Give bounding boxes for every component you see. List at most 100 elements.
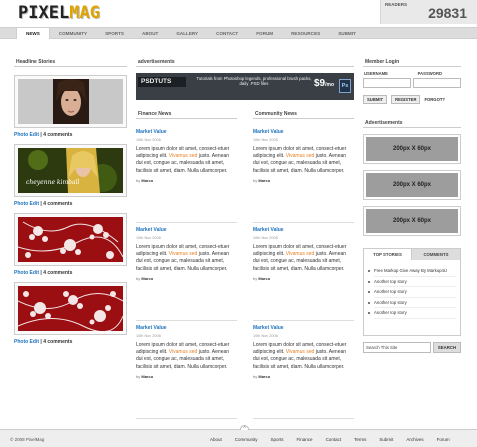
story-item[interactable]: Free Markup Give Away By Markup4U (368, 266, 456, 277)
ad-slot[interactable]: 200px X 60px (363, 134, 461, 164)
article-title[interactable]: Market Value (253, 227, 354, 233)
footer-link-about[interactable]: About (210, 437, 222, 442)
article-title[interactable]: Market Value (136, 325, 237, 331)
banner-price-per: /mo (325, 82, 335, 88)
article-link[interactable]: Vivamus sed (286, 153, 315, 159)
nav-news[interactable]: NEWS (16, 28, 50, 39)
comments-link[interactable]: 4 comments (43, 270, 72, 276)
header: P I X E L M A G READERS 29831 (0, 0, 477, 27)
nav-sports[interactable]: SPORTS (96, 28, 133, 39)
photo-caption: Photo Edit | 4 comments (14, 132, 73, 138)
headline-photo[interactable] (14, 282, 127, 335)
article-date: 10th Nov 2008 (253, 138, 278, 142)
article-link[interactable]: Vivamus sed (169, 349, 198, 355)
tab-comments[interactable]: COMMENTS (412, 249, 460, 260)
footer: © 2008 PixelMag About Community Sports F… (0, 430, 477, 447)
footer-link-archives[interactable]: Archives (406, 437, 423, 442)
sidebar: Member Login USERNAME PASSWORD SUBMIT RE… (363, 57, 461, 353)
footer-link-finance[interactable]: Finance (297, 437, 313, 442)
story-item[interactable]: Another top story (368, 277, 456, 287)
footer-link-terms[interactable]: Terms (354, 437, 366, 442)
headline-title: Headline Stories (14, 57, 127, 67)
tab-bar: TOP STORIES COMMENTS (364, 249, 460, 260)
nav-gallery[interactable]: GALLERY (167, 28, 207, 39)
password-input[interactable] (413, 78, 461, 88)
footer-link-community[interactable]: Community (235, 437, 258, 442)
article-author[interactable]: Marco (141, 374, 153, 379)
article-title[interactable]: Market Value (253, 129, 354, 135)
nav-community[interactable]: COMMUNITY (50, 28, 96, 39)
banner-price: $9/mo (314, 78, 334, 89)
forgot-link[interactable]: FORGOT? (424, 97, 444, 102)
article-link[interactable]: Vivamus sed (286, 349, 315, 355)
singer-image: cheyenne kimball (18, 148, 123, 193)
article-body: Lorem ipsum dolor sit amet, consect-etue… (253, 146, 347, 174)
article-author[interactable]: Marco (141, 178, 153, 183)
article: Market Value 10th Nov 2008 Lorem ipsum d… (136, 223, 237, 321)
story-item[interactable]: Another top story (368, 287, 456, 298)
nav-forum[interactable]: FORUM (247, 28, 282, 39)
footer-link-sports[interactable]: Sports (271, 437, 284, 442)
footer-link-contact[interactable]: Contact (326, 437, 342, 442)
nav-resources[interactable]: RESOURCES (282, 28, 329, 39)
footer-link-submit[interactable]: Submit (379, 437, 393, 442)
stories-tabs: TOP STORIES COMMENTS Free Markup Give Aw… (363, 248, 461, 336)
search-input[interactable]: Search This Site (363, 342, 431, 353)
photo-edit-link[interactable]: Photo Edit (14, 339, 39, 345)
story-item[interactable]: Another top story (368, 298, 456, 308)
article-title[interactable]: Market Value (136, 129, 237, 135)
nav-submit[interactable]: SUBMIT (329, 28, 365, 39)
article-title[interactable]: Market Value (136, 227, 237, 233)
username-input[interactable] (363, 78, 411, 88)
top-stories-list: Free Markup Give Away By Markup4U Anothe… (364, 260, 460, 319)
ad-size-label: 200px X 60px (366, 173, 458, 197)
article-author[interactable]: Marco (258, 276, 270, 281)
tab-top-stories[interactable]: TOP STORIES (364, 249, 412, 260)
photo-edit-link[interactable]: Photo Edit (14, 201, 39, 207)
photo-edit-link[interactable]: Photo Edit (14, 132, 39, 138)
footer-link-forum[interactable]: Forum (437, 437, 450, 442)
finance-news-title: Finance News (136, 109, 237, 119)
readers-count: 29831 (428, 5, 467, 21)
by-label: by (136, 275, 141, 281)
comments-link[interactable]: 4 comments (43, 201, 72, 207)
submit-button[interactable]: SUBMIT (363, 95, 388, 104)
by-label: by (136, 177, 141, 183)
headline-photo[interactable] (14, 75, 127, 128)
nav-about[interactable]: ABOUT (133, 28, 167, 39)
comments-link[interactable]: 4 comments (43, 339, 72, 345)
article-link[interactable]: Vivamus sed (169, 153, 198, 159)
article-link[interactable]: Vivamus sed (169, 251, 198, 257)
main-content: advertisements PSDTUTS Tutorials from Ph… (136, 57, 354, 419)
article-author[interactable]: Marco (258, 178, 270, 183)
copyright: © 2008 PixelMag (10, 437, 45, 442)
nav-contact[interactable]: CONTACT (207, 28, 247, 39)
advertisements-title: Advertisements (363, 118, 461, 128)
photo-caption: Photo Edit | 4 comments (14, 201, 73, 207)
article-title[interactable]: Market Value (253, 325, 354, 331)
article-author[interactable]: Marco (141, 276, 153, 281)
photo-edit-link[interactable]: Photo Edit (14, 270, 39, 276)
headline-photo[interactable]: cheyenne kimball (14, 144, 127, 197)
login-inputs (363, 78, 461, 88)
site-logo[interactable]: P I X E L M A G (18, 3, 100, 23)
search-button[interactable]: SEARCH (433, 342, 461, 353)
readers-label: READERS (385, 2, 408, 7)
by-label: by (253, 373, 258, 379)
headline-photo[interactable] (14, 213, 127, 266)
psdtuts-banner[interactable]: PSDTUTS Tutorials from Photoshop legends… (136, 73, 354, 100)
article-date: 10th Nov 2008 (136, 138, 161, 142)
banner-price-amount: $9 (314, 78, 326, 89)
logo-letter: E (48, 3, 59, 23)
comments-link[interactable]: 4 comments (43, 132, 72, 138)
community-news-title: Community News (253, 109, 354, 119)
article-byline: by Marco (136, 178, 237, 183)
article-link[interactable]: Vivamus sed (286, 251, 315, 257)
register-button[interactable]: REGISTER (391, 95, 421, 104)
story-item[interactable]: Another top story (368, 308, 456, 319)
readers-counter: READERS 29831 (380, 0, 477, 24)
ad-slot[interactable]: 200px X 60px (363, 170, 461, 200)
ad-slot[interactable]: 200px X 60px (363, 206, 461, 236)
article-author[interactable]: Marco (258, 374, 270, 379)
advertisements-title: advertisements (136, 57, 354, 67)
